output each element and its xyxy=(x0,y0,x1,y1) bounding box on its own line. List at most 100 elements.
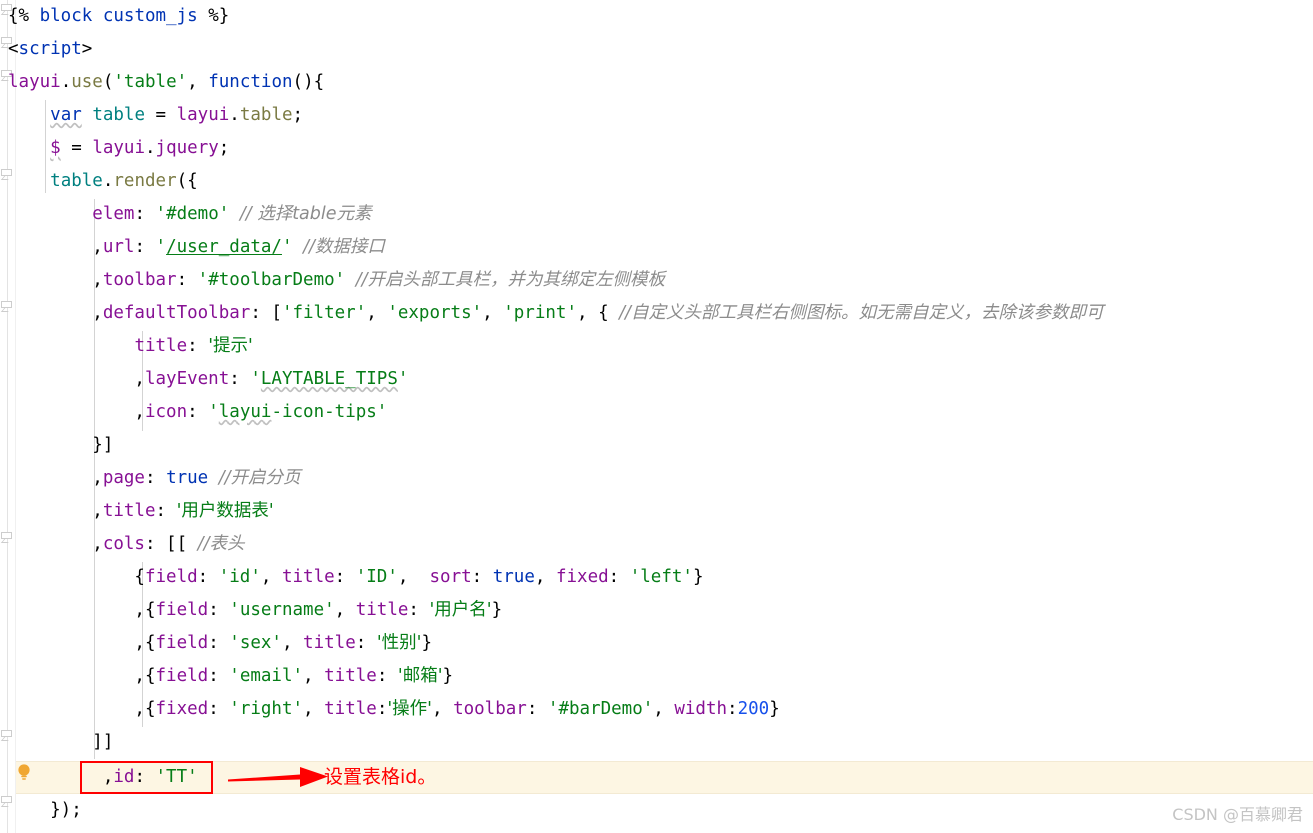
code-token: var xyxy=(50,105,82,125)
code-token: '提示' xyxy=(208,336,253,356)
code-token: > xyxy=(81,39,93,59)
code-line-10[interactable]: title: '提示' xyxy=(8,330,253,363)
code-token: true xyxy=(166,468,209,488)
code-token: '用户名' xyxy=(429,600,492,620)
code-token: : xyxy=(208,633,230,653)
annotation-label: 设置表格id。 xyxy=(324,766,437,788)
code-line-2[interactable]: layui.use('table', function(){ xyxy=(8,66,324,99)
code-token: use xyxy=(71,72,103,92)
code-line-21[interactable]: ,{fixed: 'right', title:'操作', toolbar: '… xyxy=(8,693,780,726)
code-token: toolbar xyxy=(102,270,177,290)
code-line-9[interactable]: ,defaultToolbar: ['filter', 'exports', '… xyxy=(8,297,1103,330)
code-line-5[interactable]: table.render({ xyxy=(8,165,198,198)
code-token: 'ID' xyxy=(355,567,398,587)
code-token: ,{ xyxy=(8,699,156,719)
code-token: 'right' xyxy=(229,699,304,719)
code-token: field xyxy=(155,666,209,686)
code-token: '邮箱' xyxy=(397,666,443,686)
code-token: '#toolbarDemo' xyxy=(197,270,346,290)
code-token: . xyxy=(229,105,240,125)
code-token: 'sex' xyxy=(229,633,282,653)
code-line-8[interactable]: ,toolbar: '#toolbarDemo' //开启头部工具栏，并为其绑定… xyxy=(8,264,665,297)
code-token: ({ xyxy=(176,171,198,191)
code-line-20[interactable]: ,{field: 'email', title: '邮箱'} xyxy=(8,660,453,693)
code-token: : xyxy=(144,468,167,488)
code-line-13[interactable]: }] xyxy=(8,429,113,462)
code-token: : xyxy=(408,600,430,620)
code-token: , xyxy=(397,567,430,587)
code-token: , xyxy=(431,699,454,719)
code-line-12[interactable]: ,icon: 'layui-icon-tips' xyxy=(8,396,387,429)
code-line-22[interactable]: ]] xyxy=(8,726,113,759)
code-token: '用户数据表' xyxy=(176,501,274,521)
code-token: ' xyxy=(250,369,261,389)
code-line-7[interactable]: ,url: '/user_data/' //数据接口 xyxy=(8,231,385,264)
code-token: field xyxy=(155,600,209,620)
code-token: layui xyxy=(218,402,272,422)
code-line-6[interactable]: elem: '#demo' // 选择table元素 xyxy=(8,198,371,231)
code-text-area[interactable]: {% block custom_js %} <script> layui.use('… xyxy=(0,0,1313,833)
code-token: : xyxy=(471,567,493,587)
red-highlight-box xyxy=(80,761,213,794)
code-token: function xyxy=(208,72,293,92)
code-line-17[interactable]: {field: 'id', title: 'ID', sort: true, f… xyxy=(8,561,704,594)
code-token: '#demo' xyxy=(155,204,230,224)
code-line-14[interactable]: ,page: true //开启分页 xyxy=(8,462,301,495)
code-token: fixed xyxy=(555,567,609,587)
code-editor[interactable]: {% block custom_js %} <script> layui.use('… xyxy=(0,0,1313,833)
code-token: : xyxy=(608,567,630,587)
code-line-24[interactable]: }); xyxy=(8,794,82,827)
code-token: //开启头部工具栏，并为其绑定左侧模板 xyxy=(355,270,666,290)
code-token: ; xyxy=(292,105,304,125)
code-line-3[interactable]: var table = layui.table; xyxy=(8,99,303,132)
code-token: 'left' xyxy=(629,567,693,587)
code-token: , xyxy=(303,699,325,719)
code-line-0[interactable]: {% block custom_js %} xyxy=(8,0,229,33)
code-token: : xyxy=(355,633,377,653)
code-token: ]] xyxy=(8,732,114,752)
code-token: < xyxy=(8,39,19,59)
code-token: //数据接口 xyxy=(303,237,385,257)
code-line-16[interactable]: ,cols: [[ //表头 xyxy=(8,528,244,561)
code-line-15[interactable]: ,title: '用户数据表' xyxy=(8,495,274,528)
code-token: } xyxy=(692,567,704,587)
code-token: render xyxy=(113,171,177,191)
code-token: %} xyxy=(197,6,230,26)
code-token: , xyxy=(303,666,325,686)
code-token: , xyxy=(8,303,103,323)
code-token: //开启分页 xyxy=(218,468,301,488)
code-token: title xyxy=(134,336,188,356)
code-token: : xyxy=(155,501,177,521)
code-line-11[interactable]: ,layEvent: 'LAYTABLE_TIPS' xyxy=(8,363,408,396)
code-token: title xyxy=(102,501,156,521)
code-token: true xyxy=(492,567,535,587)
code-token: . xyxy=(145,138,156,158)
code-token: title xyxy=(355,600,409,620)
code-token: , xyxy=(366,303,388,323)
code-line-19[interactable]: ,{field: 'sex', title: '性别'} xyxy=(8,627,432,660)
code-token: , xyxy=(8,501,103,521)
code-line-4[interactable]: $ = layui.jquery; xyxy=(8,132,229,165)
code-token: 'table' xyxy=(113,72,188,92)
code-token: } xyxy=(769,699,780,719)
code-token: : [[ xyxy=(144,534,198,554)
code-line-18[interactable]: ,{field: 'username', title: '用户名'} xyxy=(8,594,502,627)
code-token: = xyxy=(60,138,93,158)
code-token: block xyxy=(39,6,93,26)
code-line-1[interactable]: <script> xyxy=(8,33,92,66)
code-token: ' xyxy=(155,237,167,257)
code-token: . xyxy=(102,171,114,191)
code-token: , xyxy=(260,567,282,587)
code-token: : xyxy=(526,699,548,719)
code-token: title xyxy=(303,633,356,653)
code-token: LAYTABLE_TIPS xyxy=(260,369,398,389)
code-token: table xyxy=(92,105,145,125)
code-token: , xyxy=(534,567,556,587)
code-token: : xyxy=(376,666,398,686)
